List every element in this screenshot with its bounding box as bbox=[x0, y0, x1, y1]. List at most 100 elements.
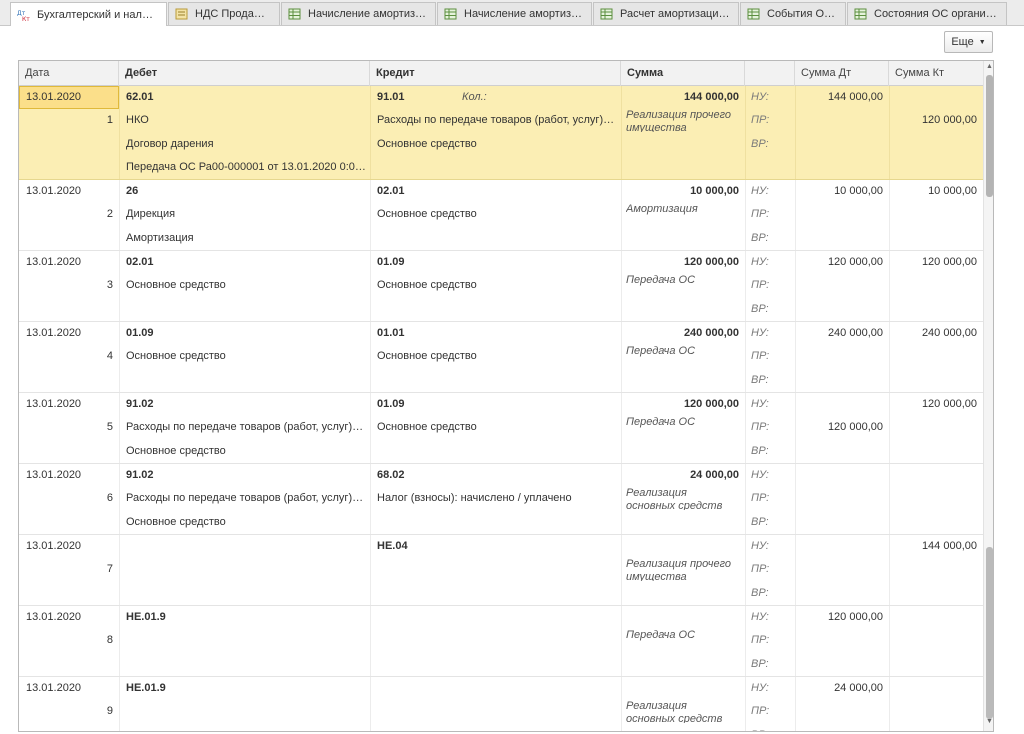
tab-label: Расчет амортизации (1) bbox=[620, 8, 730, 20]
tab-1[interactable]: Дт Кт Бухгалтерский и налого... bbox=[10, 2, 167, 26]
scrollbar-thumb[interactable] bbox=[986, 75, 993, 197]
tab-2[interactable]: НДС Продажи (1) bbox=[168, 2, 280, 25]
debit-account: 02.01 bbox=[126, 256, 154, 268]
column-header-credit[interactable]: Кредит bbox=[370, 61, 621, 86]
pr-amount-kt bbox=[889, 416, 977, 439]
tab-4[interactable]: Начисление амортизац... bbox=[437, 2, 592, 25]
tab-7[interactable]: Состояния ОС организа... bbox=[847, 2, 1007, 25]
credit-subconto: Основное средство bbox=[377, 138, 477, 150]
row-date: 13.01.2020 bbox=[26, 682, 82, 694]
table-row[interactable]: 13.01.2020 7 НЕ.04 Реализация прочего имуще… bbox=[19, 535, 983, 606]
table-icon bbox=[600, 8, 614, 20]
table-row[interactable]: 13.01.2020 8 НЕ.01.9 Передача ОС НУ: ПР: ВР: 12… bbox=[19, 606, 983, 677]
tab-5[interactable]: Расчет амортизации (1) bbox=[593, 2, 739, 25]
pr-amount-dt bbox=[795, 558, 883, 581]
label-vr: ВР: bbox=[751, 374, 769, 386]
column-divider bbox=[119, 393, 120, 463]
tab-3[interactable]: Начисление амортизац... bbox=[281, 2, 436, 25]
column-header-kind[interactable] bbox=[745, 61, 795, 86]
label-nu: НУ: bbox=[751, 611, 769, 623]
pr-amount-kt bbox=[889, 274, 977, 297]
table-row[interactable]: 13.01.2020 9 НЕ.01.9 Реализация основных ср… bbox=[19, 677, 983, 731]
column-divider bbox=[119, 86, 120, 179]
column-header-amount[interactable]: Сумма bbox=[621, 61, 745, 86]
more-button-label: Еще bbox=[951, 36, 974, 48]
debit-subconto: Основное средство bbox=[126, 445, 226, 457]
nu-amount-dt bbox=[795, 464, 883, 487]
label-nu: НУ: bbox=[751, 682, 769, 694]
pr-amount-dt bbox=[795, 345, 883, 368]
table-row[interactable]: 13.01.2020 5 91.02 Расходы по передаче това… bbox=[19, 393, 983, 464]
label-vr: ВР: bbox=[751, 587, 769, 599]
pr-amount-dt bbox=[795, 109, 883, 132]
column-header-date[interactable]: Дата bbox=[19, 61, 119, 86]
table-icon bbox=[288, 8, 302, 20]
column-divider bbox=[119, 677, 120, 731]
more-button[interactable]: Еще ▼ bbox=[944, 31, 993, 53]
row-content: Передача ОС bbox=[626, 416, 696, 428]
vertical-scrollbar[interactable]: ▲ ▼ bbox=[983, 61, 993, 731]
table-icon bbox=[747, 8, 761, 20]
nu-amount-kt bbox=[889, 677, 977, 700]
table-row[interactable]: 13.01.2020 6 91.02 Расходы по передаче това… bbox=[19, 464, 983, 535]
tab-6[interactable]: События ОС (1) bbox=[740, 2, 846, 25]
row-number: 1 bbox=[106, 114, 113, 127]
table-row[interactable]: 13.01.2020 3 02.01 Основное средство 01.09 Ос… bbox=[19, 251, 983, 322]
pr-amount-kt bbox=[889, 558, 977, 581]
credit-subconto: Основное средство bbox=[377, 208, 477, 220]
pr-amount-dt: 120 000,00 bbox=[827, 421, 883, 433]
debit-account: 26 bbox=[126, 185, 139, 197]
table-row[interactable]: 13.01.2020 1 62.01 НКО Договор дарения Переда… bbox=[19, 86, 983, 180]
nu-amount-dt: 120 000,00 bbox=[827, 611, 883, 623]
nu-amount-kt: 144 000,00 bbox=[921, 540, 977, 552]
debit-account: 91.02 bbox=[126, 398, 154, 410]
row-date: 13.01.2020 bbox=[26, 398, 82, 410]
credit-subconto: Основное средство bbox=[377, 279, 477, 291]
row-date: 13.01.2020 bbox=[26, 91, 82, 103]
tab-label: Начисление амортизац... bbox=[308, 8, 427, 20]
nu-amount-dt: 144 000,00 bbox=[827, 91, 883, 103]
column-divider bbox=[745, 86, 746, 179]
label-vr: ВР: bbox=[751, 303, 769, 315]
nu-amount-dt: 240 000,00 bbox=[827, 327, 883, 339]
credit-account: НЕ.04 bbox=[377, 540, 408, 552]
nu-amount-dt bbox=[795, 393, 883, 416]
scrollbar-thumb-lower[interactable] bbox=[986, 547, 993, 719]
column-divider bbox=[370, 606, 371, 676]
register-icon bbox=[175, 8, 189, 20]
row-number: 9 bbox=[106, 705, 113, 718]
label-vr: ВР: bbox=[751, 232, 769, 244]
label-pr: ПР: bbox=[751, 563, 770, 575]
row-date: 13.01.2020 bbox=[26, 469, 82, 481]
row-content: Реализация прочего имущества bbox=[626, 558, 731, 581]
row-content: Передача ОС bbox=[626, 629, 696, 641]
row-date: 13.01.2020 bbox=[26, 327, 82, 339]
credit-account: 68.02 bbox=[377, 469, 405, 481]
table-row[interactable]: 13.01.2020 2 26 Дирекция Амортизация 02.01 Осн… bbox=[19, 180, 983, 251]
label-pr: ПР: bbox=[751, 421, 770, 433]
label-pr: ПР: bbox=[751, 279, 770, 291]
column-header-amount-kt[interactable]: Сумма Кт bbox=[889, 61, 983, 86]
label-pr: ПР: bbox=[751, 492, 770, 504]
column-header-amount-dt[interactable]: Сумма Дт bbox=[795, 61, 889, 86]
column-header-debit[interactable]: Дебет bbox=[119, 61, 370, 86]
pr-amount-dt bbox=[795, 203, 883, 226]
credit-subconto: Основное средство bbox=[377, 350, 477, 362]
table-icon bbox=[444, 8, 458, 20]
credit-account: 02.01 bbox=[377, 185, 405, 197]
pr-amount-dt bbox=[795, 487, 883, 510]
column-divider bbox=[370, 180, 371, 250]
column-divider bbox=[745, 322, 746, 392]
row-date: 13.01.2020 bbox=[26, 185, 82, 197]
row-number: 3 bbox=[106, 279, 113, 292]
column-divider bbox=[370, 322, 371, 392]
entries-grid: Дата Дебет Кредит Сумма Сумма Дт Сумма К… bbox=[18, 60, 994, 732]
nu-amount-kt: 120 000,00 bbox=[921, 256, 977, 268]
scroll-up-icon[interactable]: ▲ bbox=[986, 63, 993, 70]
debit-subconto: Основное средство bbox=[126, 350, 226, 362]
column-divider bbox=[370, 464, 371, 534]
table-row[interactable]: 13.01.2020 4 01.09 Основное средство 01.01 Ос… bbox=[19, 322, 983, 393]
scroll-down-icon[interactable]: ▼ bbox=[986, 718, 993, 725]
column-divider bbox=[119, 464, 120, 534]
nu-amount-kt: 240 000,00 bbox=[921, 327, 977, 339]
